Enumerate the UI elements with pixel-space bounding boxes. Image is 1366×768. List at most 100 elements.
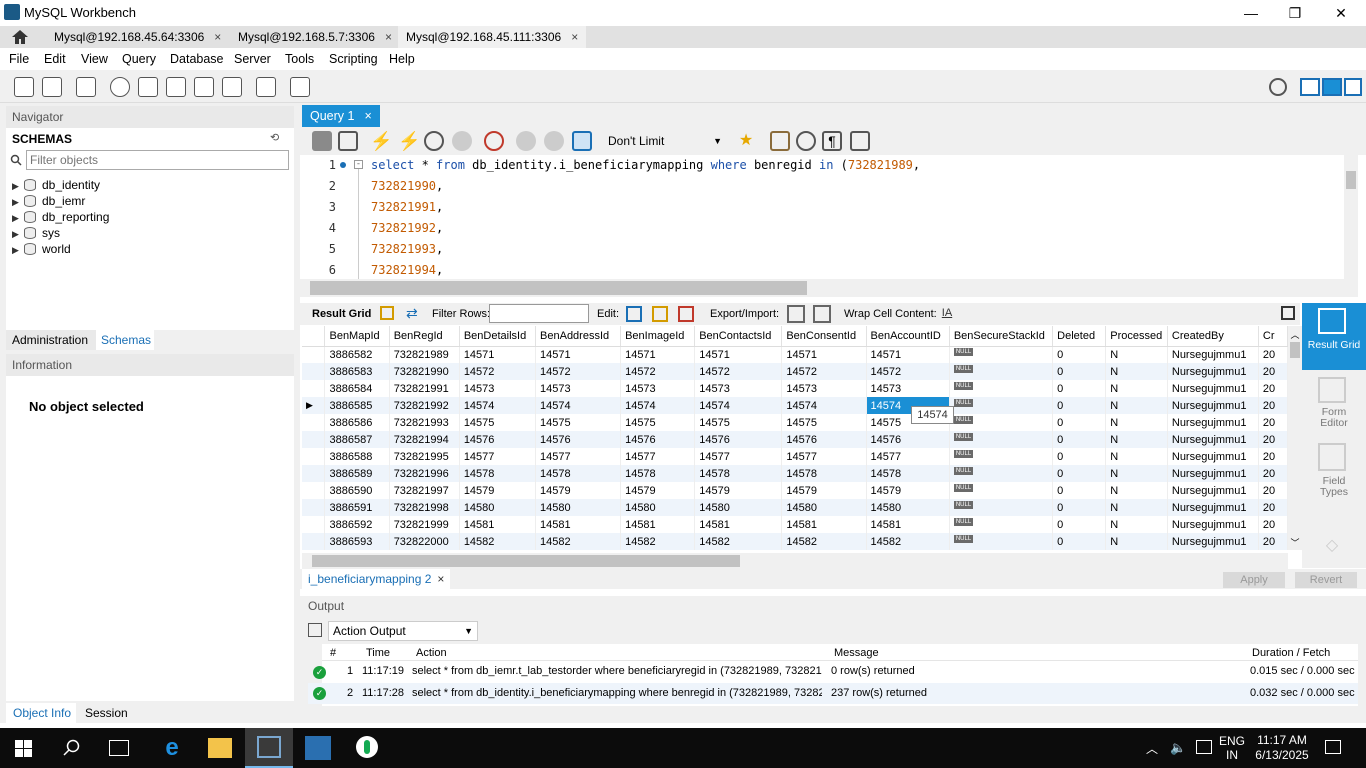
row-header[interactable]	[302, 414, 326, 431]
mysql-workbench-taskbar-button[interactable]	[245, 728, 293, 768]
language-indicator[interactable]: ENG IN	[1219, 734, 1245, 762]
table-cell[interactable]: 14578	[781, 465, 867, 482]
table-cell[interactable]: 14578	[459, 465, 537, 482]
menu-server[interactable]: Server	[234, 52, 271, 66]
table-cell[interactable]: NULL	[949, 516, 1054, 533]
minimize-button[interactable]: —	[1228, 0, 1274, 26]
row-header[interactable]	[302, 346, 326, 363]
delete-row-icon[interactable]	[678, 306, 694, 322]
menu-edit[interactable]: Edit	[44, 52, 66, 66]
table-cell[interactable]: 20	[1258, 431, 1288, 448]
table-row[interactable]: 3886586 732821993 14575 14575 14575 14575 1457…	[302, 414, 1288, 431]
column-header[interactable]: BenContactsId	[694, 326, 783, 347]
row-header[interactable]: ▶	[302, 397, 326, 414]
table-cell[interactable]: 14575	[781, 414, 867, 431]
open-sql-script-icon[interactable]	[42, 77, 62, 97]
wrap-lines-icon[interactable]	[850, 131, 870, 151]
table-cell[interactable]: 14572	[459, 363, 537, 380]
table-cell[interactable]: 0	[1052, 414, 1107, 431]
table-cell[interactable]: NULL	[949, 380, 1054, 397]
table-cell[interactable]: 14571	[866, 346, 950, 363]
table-cell[interactable]: NULL	[949, 431, 1054, 448]
table-cell[interactable]: 14581	[866, 516, 950, 533]
table-cell[interactable]: NULL	[949, 482, 1054, 499]
rollback-icon[interactable]	[544, 131, 564, 151]
table-row[interactable]: 3886584 732821991 14573 14573 14573 14573 1457…	[302, 380, 1288, 397]
menu-view[interactable]: View	[81, 52, 108, 66]
table-cell[interactable]: 14581	[694, 516, 783, 533]
table-cell[interactable]: Nursegujmmu1	[1167, 414, 1259, 431]
table-cell[interactable]: NULL	[949, 346, 1054, 363]
table-cell[interactable]: 14573	[459, 380, 537, 397]
schema-sys[interactable]: ▶ sys	[12, 225, 60, 241]
row-header[interactable]	[302, 482, 326, 499]
column-header[interactable]: BenMapId	[324, 326, 390, 347]
clock[interactable]: 11:17 AM 6/13/2025	[1251, 733, 1313, 763]
menu-file[interactable]: File	[9, 52, 29, 66]
explain-icon[interactable]	[424, 131, 444, 151]
fold-icon[interactable]: -	[354, 160, 363, 169]
table-cell[interactable]: NULL	[949, 465, 1054, 482]
refresh-icon[interactable]: ⇄	[406, 306, 424, 320]
table-cell[interactable]: 14571	[459, 346, 537, 363]
column-header[interactable]: BenAccountID	[866, 326, 950, 347]
table-cell[interactable]: N	[1105, 346, 1168, 363]
menu-scripting[interactable]: Scripting	[329, 52, 378, 66]
chevron-up-icon[interactable]: ︿	[1146, 740, 1158, 757]
table-cell[interactable]: 14578	[866, 465, 950, 482]
scrollbar-thumb[interactable]	[1290, 342, 1300, 358]
scroll-icon[interactable]: ◇	[1322, 535, 1342, 555]
table-cell[interactable]: 14582	[535, 533, 622, 550]
table-row[interactable]: 3886593 732822000 14582 14582 14582 14582 1458…	[302, 533, 1288, 550]
edit-row-icon[interactable]	[626, 306, 642, 322]
table-cell[interactable]: 3886582	[324, 346, 390, 363]
table-cell[interactable]: NULL	[949, 397, 1054, 414]
result-grid-view-button[interactable]: Result Grid	[1302, 303, 1366, 370]
table-cell[interactable]: 20	[1258, 346, 1288, 363]
table-cell[interactable]: 14576	[620, 431, 696, 448]
output-mode-select[interactable]: Action Output ▼	[328, 621, 478, 641]
apply-button[interactable]: Apply	[1223, 572, 1285, 588]
close-tab-icon[interactable]: ×	[364, 109, 371, 123]
find-icon[interactable]	[796, 131, 816, 151]
table-cell[interactable]: 3886585	[324, 397, 390, 414]
table-cell[interactable]: 14572	[694, 363, 783, 380]
table-cell[interactable]: 14578	[535, 465, 622, 482]
task-view-icon[interactable]	[109, 740, 129, 756]
table-cell[interactable]: 20	[1258, 363, 1288, 380]
scrollbar-thumb[interactable]	[310, 281, 807, 295]
table-cell[interactable]: N	[1105, 448, 1168, 465]
table-cell[interactable]: 14576	[459, 431, 537, 448]
table-row[interactable]: ▶ 3886585 732821992 14574 14574 14574 14574 145…	[302, 397, 1288, 414]
revert-button[interactable]: Revert	[1295, 572, 1357, 588]
table-cell[interactable]: 14577	[866, 448, 950, 465]
table-cell[interactable]: 14572	[866, 363, 950, 380]
windows-start-icon[interactable]	[15, 740, 32, 757]
table-cell[interactable]: N	[1105, 431, 1168, 448]
table-cell[interactable]: 14581	[535, 516, 622, 533]
table-cell[interactable]: 14577	[535, 448, 622, 465]
table-cell[interactable]: 3886591	[324, 499, 390, 516]
network-icon[interactable]	[1196, 740, 1212, 754]
toggle-panel-icon[interactable]	[1281, 306, 1295, 320]
table-cell[interactable]: 14579	[781, 482, 867, 499]
table-cell[interactable]: 20	[1258, 397, 1288, 414]
table-row[interactable]: 3886591 732821998 14580 14580 14580 14580 1458…	[302, 499, 1288, 516]
table-cell[interactable]: 3886589	[324, 465, 390, 482]
internet-explorer-icon[interactable]: e	[160, 736, 184, 760]
table-cell[interactable]: 14575	[535, 414, 622, 431]
table-cell[interactable]: 3886587	[324, 431, 390, 448]
table-cell[interactable]: 732821992	[389, 397, 460, 414]
reconnect-icon[interactable]	[290, 77, 310, 97]
table-cell[interactable]: 732822000	[389, 533, 460, 550]
table-cell[interactable]: 732821995	[389, 448, 460, 465]
row-header[interactable]	[302, 380, 326, 397]
column-header[interactable]: BenAddressId	[535, 326, 622, 347]
execute-icon[interactable]: ⚡	[370, 131, 392, 151]
table-cell[interactable]: 20	[1258, 482, 1288, 499]
table-cell[interactable]: 14579	[694, 482, 783, 499]
table-cell[interactable]: 14580	[620, 499, 696, 516]
table-cell[interactable]: 14578	[694, 465, 783, 482]
tab-administration[interactable]: Administration	[6, 330, 96, 350]
table-cell[interactable]: N	[1105, 414, 1168, 431]
